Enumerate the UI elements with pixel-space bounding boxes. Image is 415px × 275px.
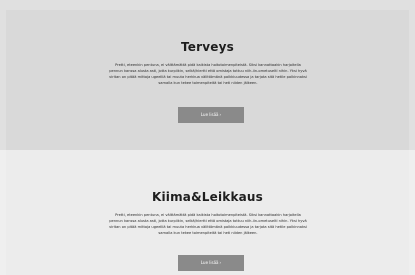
arrow-right-icon: › (219, 112, 222, 117)
page: Terveys Pretti, eteenkin pentuna, ei väl… (0, 0, 415, 275)
section-title: Terveys (181, 40, 234, 54)
read-more-button[interactable]: Lue lisää› (178, 255, 244, 271)
read-more-label: Lue lisää (200, 260, 219, 265)
section-text: Pretti, eteenkin pentuna, ei välttämättä… (109, 213, 307, 235)
read-more-label: Lue lisää (200, 112, 219, 117)
section-text: Pretti, eteenkin pentuna, ei välttämättä… (109, 63, 307, 85)
section-title: Kiima&Leikkaus (151, 190, 264, 204)
section-kiima-leikkaus: Kiima&Leikkaus Pretti, eteenkin pentuna,… (0, 150, 415, 275)
read-more-button[interactable]: Lue lisää› (178, 107, 244, 123)
section-terveys: Terveys Pretti, eteenkin pentuna, ei väl… (0, 0, 415, 150)
arrow-right-icon: › (219, 260, 222, 265)
